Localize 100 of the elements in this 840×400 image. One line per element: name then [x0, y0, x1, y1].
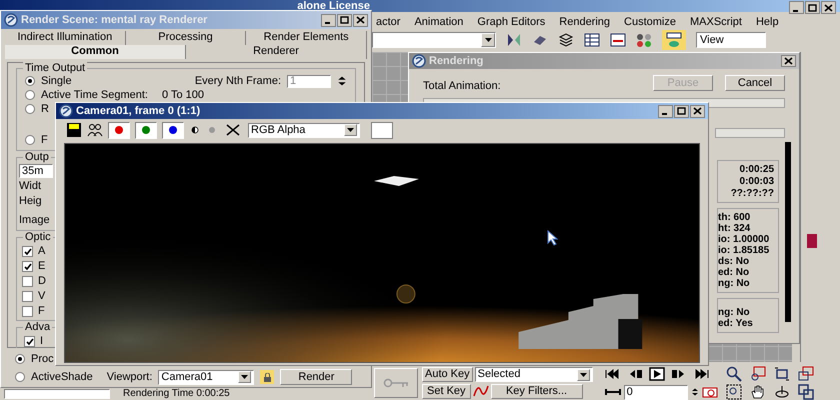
viewport-label: Viewport: — [106, 370, 152, 384]
set-key-button[interactable]: Set Key — [422, 384, 471, 398]
color-swatch[interactable] — [371, 122, 393, 138]
region-zoom-icon[interactable] — [726, 384, 742, 400]
channel-toggle[interactable] — [162, 122, 184, 138]
zoom-icon[interactable] — [726, 366, 742, 382]
option-label: V — [38, 290, 46, 303]
window-title: alone License — [297, 0, 370, 12]
size-preset-field[interactable]: 35m — [19, 164, 53, 178]
zoom-all-icon[interactable] — [750, 366, 766, 382]
people-icon[interactable] — [87, 122, 103, 138]
go-to-end-icon[interactable] — [692, 366, 709, 382]
viewport-dropdown[interactable]: Camera01 — [158, 370, 254, 384]
hand-icon[interactable] — [750, 384, 766, 400]
parameter-value: th: 600 — [718, 212, 752, 222]
window-title: Render Scene: mental ray Renderer — [21, 14, 208, 26]
menu-item[interactable]: Help — [756, 14, 779, 30]
close-icon[interactable] — [353, 14, 368, 26]
size-label: Widt — [19, 180, 42, 193]
window-title: Camera01, frame 0 (1:1) — [76, 104, 200, 119]
option-label: R — [41, 102, 49, 116]
menu-item[interactable]: actor — [376, 14, 400, 30]
close-icon[interactable] — [821, 1, 836, 14]
maximize-icon[interactable] — [337, 14, 352, 26]
maximize-icon[interactable] — [674, 104, 689, 118]
menu-item[interactable]: Animation — [414, 14, 464, 30]
menu-item[interactable]: MAXScript — [690, 14, 742, 30]
app-logo-icon — [412, 54, 426, 68]
scrollbar[interactable] — [785, 142, 791, 322]
maximize-viewport-icon[interactable] — [798, 384, 814, 400]
app-logo-icon — [59, 104, 73, 118]
menu-item[interactable]: Customize — [624, 14, 676, 30]
checkbox[interactable] — [22, 306, 33, 317]
mirror-icon[interactable] — [506, 32, 522, 48]
zoom-extents-icon[interactable] — [774, 366, 790, 382]
size-label: Image — [19, 214, 51, 227]
checkbox[interactable] — [24, 336, 35, 347]
caret-icon — [484, 38, 492, 42]
radio-button[interactable] — [15, 354, 25, 364]
menu-item[interactable]: Rendering — [559, 14, 610, 30]
lock-icon — [262, 372, 272, 382]
close-icon[interactable] — [781, 55, 796, 67]
time-value: 0:00:03 — [740, 176, 774, 186]
app-logo-icon — [4, 13, 18, 27]
save-icon[interactable] — [66, 122, 82, 138]
checkbox[interactable] — [22, 246, 33, 257]
tab[interactable]: Processing — [126, 31, 246, 45]
channel-toggle[interactable] — [135, 122, 157, 138]
nth-frame-field[interactable]: 1 — [287, 74, 331, 88]
go-to-start-icon[interactable] — [604, 366, 621, 382]
option-label: F — [38, 305, 45, 318]
option-label: E — [38, 260, 46, 273]
layers-icon[interactable] — [558, 32, 574, 48]
channel-dropdown[interactable]: RGB Alpha — [248, 122, 360, 138]
key-filters-button[interactable]: Key Filters... — [490, 384, 583, 398]
channel-toggle[interactable] — [108, 122, 130, 138]
play-icon[interactable] — [648, 366, 665, 382]
option-label: Active Time Segment: — [41, 88, 148, 102]
frame-field[interactable]: 0 — [624, 384, 688, 400]
parameter-value: ng: No — [718, 278, 751, 288]
checkbox[interactable] — [22, 261, 33, 272]
radio-button[interactable] — [25, 104, 35, 114]
parameter-value: io: 1.00000 — [718, 234, 770, 244]
auto-key-button[interactable]: Auto Key — [422, 367, 473, 382]
selection-set-dropdown[interactable]: Selected — [474, 367, 593, 382]
checkbox[interactable] — [22, 291, 33, 302]
option-label: F — [41, 134, 48, 146]
object-color-swatch[interactable] — [807, 234, 817, 248]
table-icon[interactable] — [584, 32, 600, 48]
parameter-value: io: 1.85185 — [718, 244, 770, 256]
minimize-icon[interactable] — [321, 14, 336, 26]
maximize-icon[interactable] — [805, 1, 820, 14]
radio-button[interactable] — [25, 90, 35, 100]
parameter-value: ed: Yes — [718, 318, 754, 328]
zoom-extents-all-icon[interactable] — [798, 366, 814, 382]
curve-icon[interactable] — [472, 383, 489, 399]
spheres-icon[interactable] — [636, 32, 652, 48]
minimize-icon[interactable] — [658, 104, 673, 118]
cancel-button[interactable]: Cancel — [725, 75, 785, 92]
orbit-icon[interactable] — [774, 384, 790, 400]
window-title: Rendering — [429, 54, 484, 69]
mode-label: Proc — [31, 352, 54, 366]
checkbox[interactable] — [22, 276, 33, 287]
selection-dropdown[interactable] — [372, 32, 496, 48]
close-icon[interactable] — [690, 104, 705, 118]
total-animation-label: Total Animation: — [423, 79, 501, 94]
render-button[interactable]: Render — [280, 369, 352, 385]
radio-button[interactable] — [25, 135, 35, 145]
key-mode-button[interactable] — [374, 368, 418, 398]
radio-button[interactable] — [15, 372, 25, 382]
view-field[interactable]: View — [696, 32, 766, 48]
minimize-icon[interactable] — [789, 1, 804, 14]
lock-button[interactable] — [260, 370, 274, 384]
parameter-value: ed: No — [718, 266, 750, 278]
tab[interactable]: Common — [5, 45, 186, 59]
rendering-time-text: Rendering Time 0:00:25 — [123, 389, 230, 399]
status-field[interactable] — [4, 389, 110, 399]
menu-item[interactable]: Graph Editors — [477, 14, 546, 30]
parameter-value: ng: No — [718, 306, 751, 318]
radio-button[interactable] — [25, 76, 35, 86]
